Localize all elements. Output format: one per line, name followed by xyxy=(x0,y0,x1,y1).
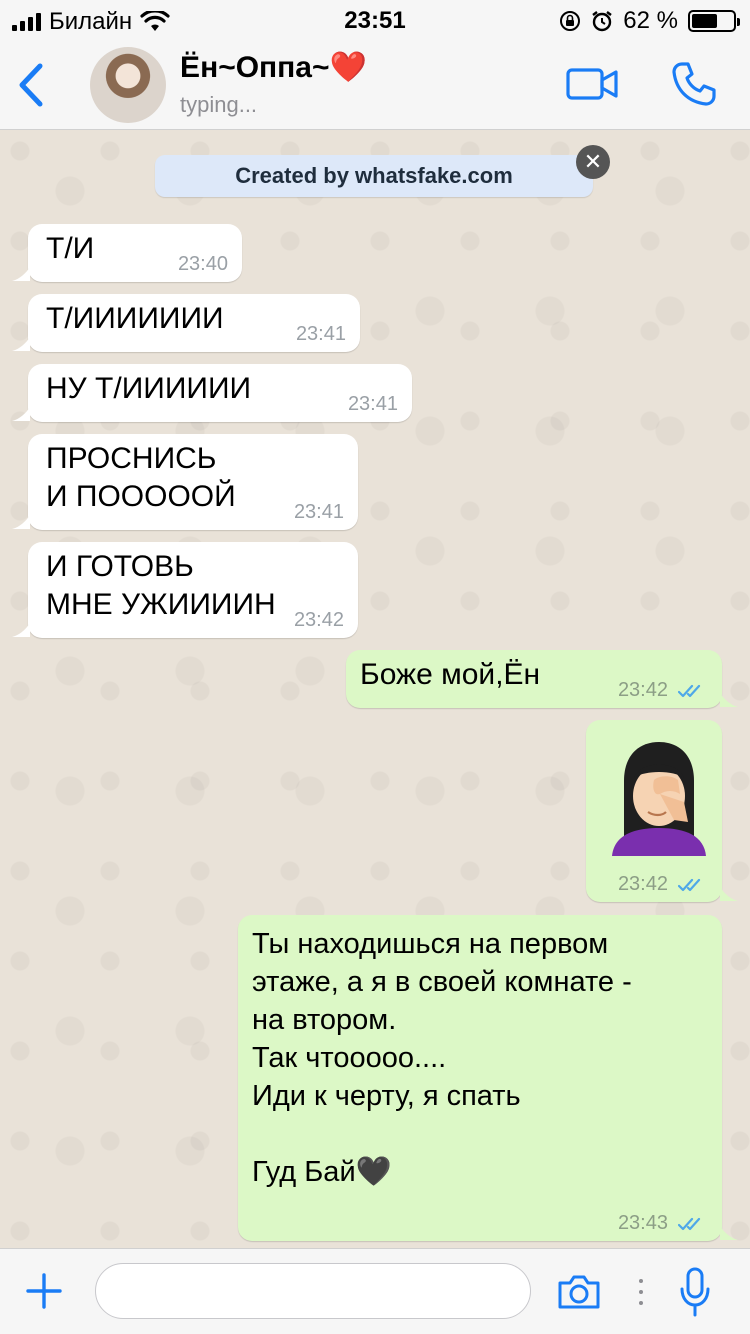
message-time: 23:42 xyxy=(293,609,344,631)
microphone-button[interactable] xyxy=(678,1267,712,1317)
bubble-tail xyxy=(12,337,30,351)
message-text: Ты находишься на первом этаже, а я в сво… xyxy=(252,928,632,1188)
message-text: Т/И xyxy=(46,232,95,265)
contact-status: typing... xyxy=(180,92,258,117)
alarm-icon xyxy=(592,11,613,32)
back-button[interactable] xyxy=(14,62,48,108)
message-bubble-incoming[interactable]: Т/ИИИИИИИ 23:41 xyxy=(28,294,360,352)
message-time: 23:41 xyxy=(347,393,398,415)
camera-button[interactable] xyxy=(556,1273,602,1311)
woman-facepalming-icon xyxy=(612,742,706,856)
bubble-tail xyxy=(12,515,30,529)
message-text: Т/ИИИИИИИ xyxy=(46,302,224,335)
orientation-lock-icon xyxy=(560,11,581,31)
message-input[interactable] xyxy=(95,1263,531,1319)
bubble-tail xyxy=(12,267,30,281)
notice-close-button[interactable]: ✕ xyxy=(576,145,610,179)
status-bar: Билайн 23:51 62 % xyxy=(0,0,750,40)
bubble-tail xyxy=(12,407,30,421)
chat-header: Ён~Оппа~❤️ typing... xyxy=(0,40,750,130)
voice-call-button[interactable] xyxy=(670,60,718,108)
message-text: И ГОТОВЬ МНЕ УЖИИИИН xyxy=(46,550,276,621)
read-receipt-icon xyxy=(678,1217,701,1231)
read-receipt-icon xyxy=(678,878,701,892)
bubble-tail xyxy=(720,887,738,901)
message-time: 23:42 xyxy=(617,873,668,895)
read-receipt-icon xyxy=(678,684,701,698)
watermark-notice: Created by whatsfake.com xyxy=(155,155,593,197)
message-time: 23:40 xyxy=(177,253,228,275)
message-bubble-incoming[interactable]: И ГОТОВЬ МНЕ УЖИИИИН 23:42 xyxy=(28,542,358,638)
chat-area[interactable]: Created by whatsfake.com ✕ Т/И 23:40 Т/И… xyxy=(0,131,750,1248)
message-text: ПРОСНИСЬ И ПООООOЙ xyxy=(46,442,236,513)
battery-icon xyxy=(688,10,740,32)
status-right: 62 % xyxy=(559,7,740,35)
message-time: 23:41 xyxy=(293,501,344,523)
message-bubble-incoming[interactable]: Т/И 23:40 xyxy=(28,224,242,282)
bubble-tail xyxy=(720,1226,738,1240)
more-dots-icon xyxy=(639,1279,643,1305)
battery-percent: 62 % xyxy=(623,7,678,34)
attach-plus-button[interactable] xyxy=(26,1273,62,1309)
message-bubble-incoming[interactable]: НУ Т/ИИИИИИ 23:41 xyxy=(28,364,412,422)
video-call-button[interactable] xyxy=(566,66,618,102)
message-time: 23:42 xyxy=(617,679,668,701)
message-time: 23:41 xyxy=(295,323,346,345)
input-bar xyxy=(0,1248,750,1334)
message-time: 23:43 xyxy=(617,1212,668,1234)
bubble-tail xyxy=(12,623,30,637)
contact-name[interactable]: Ён~Оппа~❤️ xyxy=(180,50,367,85)
avatar[interactable] xyxy=(90,47,166,123)
message-text: Боже мой,Ён xyxy=(360,658,541,691)
message-bubble-outgoing[interactable]: Ты находишься на первом этаже, а я в сво… xyxy=(238,915,722,1241)
message-bubble-outgoing[interactable]: Боже мой,Ён 23:42 xyxy=(346,650,722,708)
bubble-tail xyxy=(720,693,738,707)
message-bubble-incoming[interactable]: ПРОСНИСЬ И ПООООOЙ 23:41 xyxy=(28,434,358,530)
message-bubble-outgoing[interactable]: 23:42 xyxy=(586,720,722,902)
message-text: НУ Т/ИИИИИИ xyxy=(46,372,252,405)
